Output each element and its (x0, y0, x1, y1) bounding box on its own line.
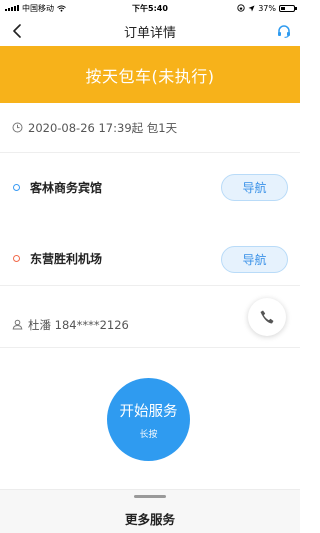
more-services-label: 更多服务 (124, 512, 175, 527)
back-chevron-icon (13, 24, 21, 38)
order-status-banner: 按天包车(未执行) (0, 46, 300, 103)
start-service-button[interactable]: 开始服务 长按 (107, 378, 190, 461)
back-button[interactable] (8, 22, 26, 40)
battery-icon (279, 4, 297, 12)
person-icon (12, 319, 23, 330)
start-service-label: 开始服务 (119, 403, 178, 420)
customer-service-button[interactable] (275, 22, 293, 40)
contact-text: 杜潘 184****2126 (28, 317, 129, 332)
navigate-end-label: 导航 (242, 253, 267, 267)
trip-time-text: 2020-08-26 17:39起 包1天 (28, 120, 178, 135)
end-dot-icon (13, 255, 20, 262)
more-services-panel[interactable]: 更多服务 (0, 489, 300, 533)
order-status-text: 按天包车(未执行) (85, 66, 215, 86)
nav-bar: 订单详情 (0, 16, 300, 46)
phone-icon (260, 310, 274, 324)
navigate-start-label: 导航 (242, 181, 267, 195)
navigate-start-button[interactable]: 导航 (221, 174, 288, 201)
page-title: 订单详情 (123, 25, 176, 41)
trip-time-row: 2020-08-26 17:39起 包1天 (0, 103, 300, 153)
start-location-name: 客林商务宾馆 (30, 180, 103, 195)
end-location-name: 东营胜利机场 (30, 252, 103, 266)
status-bar: 中国移动 下午5:40 37% (0, 0, 300, 16)
end-location-row: 东营胜利机场 导航 (0, 232, 300, 286)
headset-icon (278, 24, 290, 38)
status-time: 下午5:40 (132, 4, 168, 13)
start-dot-icon (13, 183, 20, 191)
clock-icon (12, 122, 23, 133)
long-press-hint: 长按 (139, 429, 158, 440)
drag-handle[interactable] (134, 495, 166, 498)
call-button[interactable] (248, 298, 286, 336)
navigate-end-button[interactable]: 导航 (221, 246, 288, 273)
start-location-row: 客林商务宾馆 导航 (0, 160, 300, 214)
